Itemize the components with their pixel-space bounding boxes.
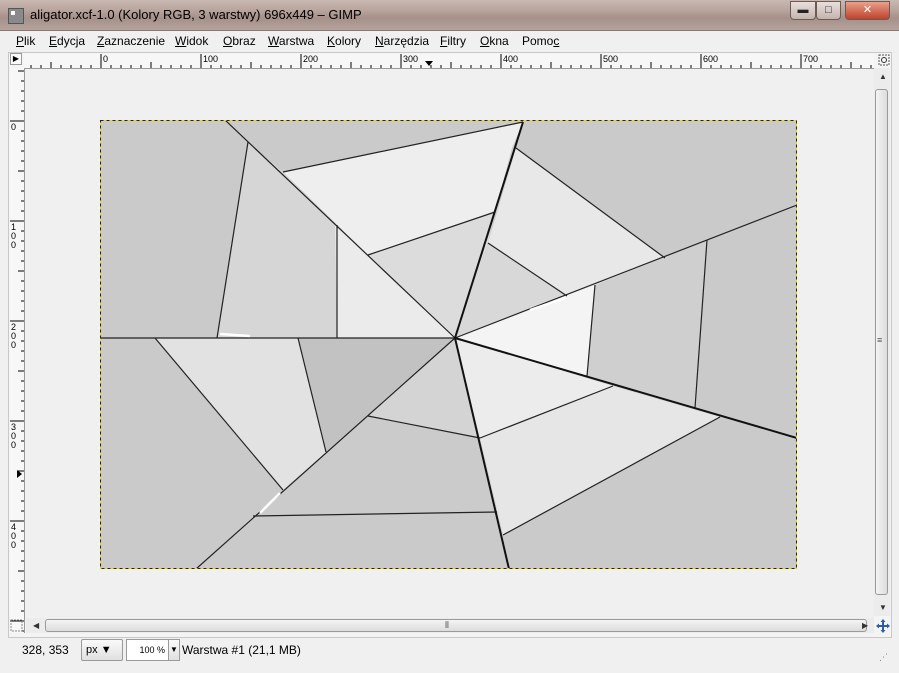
menu-item-10[interactable]: Pomoc: [522, 34, 559, 48]
menu-item-mnemonic: E: [49, 34, 58, 48]
menu-item-mnemonic: W: [175, 34, 187, 48]
menu-item-text: dycja: [57, 34, 86, 48]
menu-item-text: braz: [232, 34, 256, 48]
ruler-label: 100: [203, 54, 219, 64]
ruler-label: 500: [603, 54, 619, 64]
menu-item-text: lik: [24, 34, 36, 48]
gimp-app-icon[interactable]: [8, 8, 24, 24]
menu-bar: Plik Edycja Zaznaczenie Widok Obraz Warstwa Ko…: [8, 31, 892, 52]
ruler-label: 200: [11, 322, 17, 350]
ruler-label: 700: [803, 54, 819, 64]
menu-item-text: arstwa: [278, 34, 315, 48]
grip-icon: ≡: [877, 335, 883, 345]
menu-item-mnemonic: O: [480, 34, 490, 48]
menu-item-text: idok: [186, 34, 209, 48]
layer-status-label: Warstwa #1 (21,1 MB): [182, 643, 301, 657]
menu-item-mnemonic: K: [327, 34, 336, 48]
zoom-input[interactable]: 100 %: [126, 639, 169, 661]
grip-icon: ⦀: [445, 620, 449, 630]
menu-item-4[interactable]: Obraz: [223, 34, 256, 48]
ruler-label: 200: [303, 54, 319, 64]
menu-item-0[interactable]: Plik: [16, 34, 35, 48]
navigate-icon[interactable]: [878, 54, 890, 66]
chevron-down-icon: ▼: [170, 645, 178, 654]
menu-item-mnemonic: O: [223, 34, 233, 48]
menu-item-text: kna: [489, 34, 509, 48]
ruler-label: 0: [103, 54, 109, 64]
ruler-label: 300: [11, 422, 17, 450]
menu-item-1[interactable]: Edycja: [49, 34, 85, 48]
menu-item-6[interactable]: Kolory: [327, 34, 361, 48]
menu-item-7[interactable]: Narzędzia: [375, 34, 429, 48]
menu-item-mnemonic: N: [375, 34, 384, 48]
scroll-left-icon[interactable]: ◀: [33, 621, 39, 630]
vertical-ruler[interactable]: 0 100 200 300 400: [10, 68, 25, 633]
horizontal-ruler[interactable]: 0 100 200 300 400 500 600 700: [24, 54, 874, 69]
menu-item-3[interactable]: Widok: [175, 34, 208, 48]
ruler-ticks: [30, 54, 872, 68]
menu-item-2[interactable]: Zaznaczenie: [97, 34, 165, 48]
ruler-label: 100: [11, 222, 17, 250]
menu-item-text: olory: [335, 34, 362, 48]
close-button[interactable]: ✕: [845, 1, 890, 20]
menu-item-mnemonic: c: [553, 34, 560, 48]
scroll-down-icon[interactable]: ▼: [879, 603, 887, 612]
pointer-coordinates: 328, 353: [22, 643, 69, 657]
scroll-up-icon[interactable]: ▲: [879, 72, 887, 81]
scroll-right-icon[interactable]: ▶: [862, 621, 868, 630]
unit-select[interactable]: px ▼: [81, 639, 123, 661]
menu-item-text: Pomo: [522, 34, 554, 48]
ruler-label: 600: [703, 54, 719, 64]
maximize-icon: □: [825, 4, 832, 16]
menu-item-mnemonic: P: [16, 34, 25, 48]
maximize-button[interactable]: □: [816, 1, 841, 20]
menu-item-5[interactable]: Warstwa: [268, 34, 314, 48]
chevron-down-icon: ▼: [100, 644, 112, 656]
ruler-label: 400: [503, 54, 519, 64]
menu-item-text: aznaczenie: [104, 34, 166, 48]
close-icon: ✕: [862, 4, 873, 16]
menu-item-9[interactable]: Okna: [480, 34, 509, 48]
navigate-move-icon[interactable]: [875, 618, 891, 634]
ruler-label: 400: [11, 522, 17, 550]
horizontal-scrollbar-thumb[interactable]: [45, 619, 867, 632]
menu-item-8[interactable]: Filtry: [440, 34, 466, 48]
minimize-icon: ▬: [797, 4, 809, 16]
zoom-to-fit-icon[interactable]: [10, 619, 23, 632]
menu-item-text: arzędzia: [383, 34, 430, 48]
image-canvas[interactable]: [100, 120, 797, 569]
ruler-label: 300: [403, 54, 419, 64]
ruler-label: 0: [11, 122, 17, 132]
window-title: aligator.xcf-1.0 (Kolory RGB, 3 warstwy)…: [30, 7, 362, 22]
minimize-button[interactable]: ▬: [790, 1, 816, 20]
menu-item-text: iltry: [447, 34, 467, 48]
unit-value: px: [86, 644, 98, 656]
menu-item-mnemonic: W: [268, 34, 279, 48]
quick-mask-menu-button[interactable]: ▶: [10, 53, 22, 65]
resize-grip-icon[interactable]: ⋰: [879, 652, 888, 663]
zoom-dropdown-button[interactable]: ▼: [168, 639, 180, 661]
